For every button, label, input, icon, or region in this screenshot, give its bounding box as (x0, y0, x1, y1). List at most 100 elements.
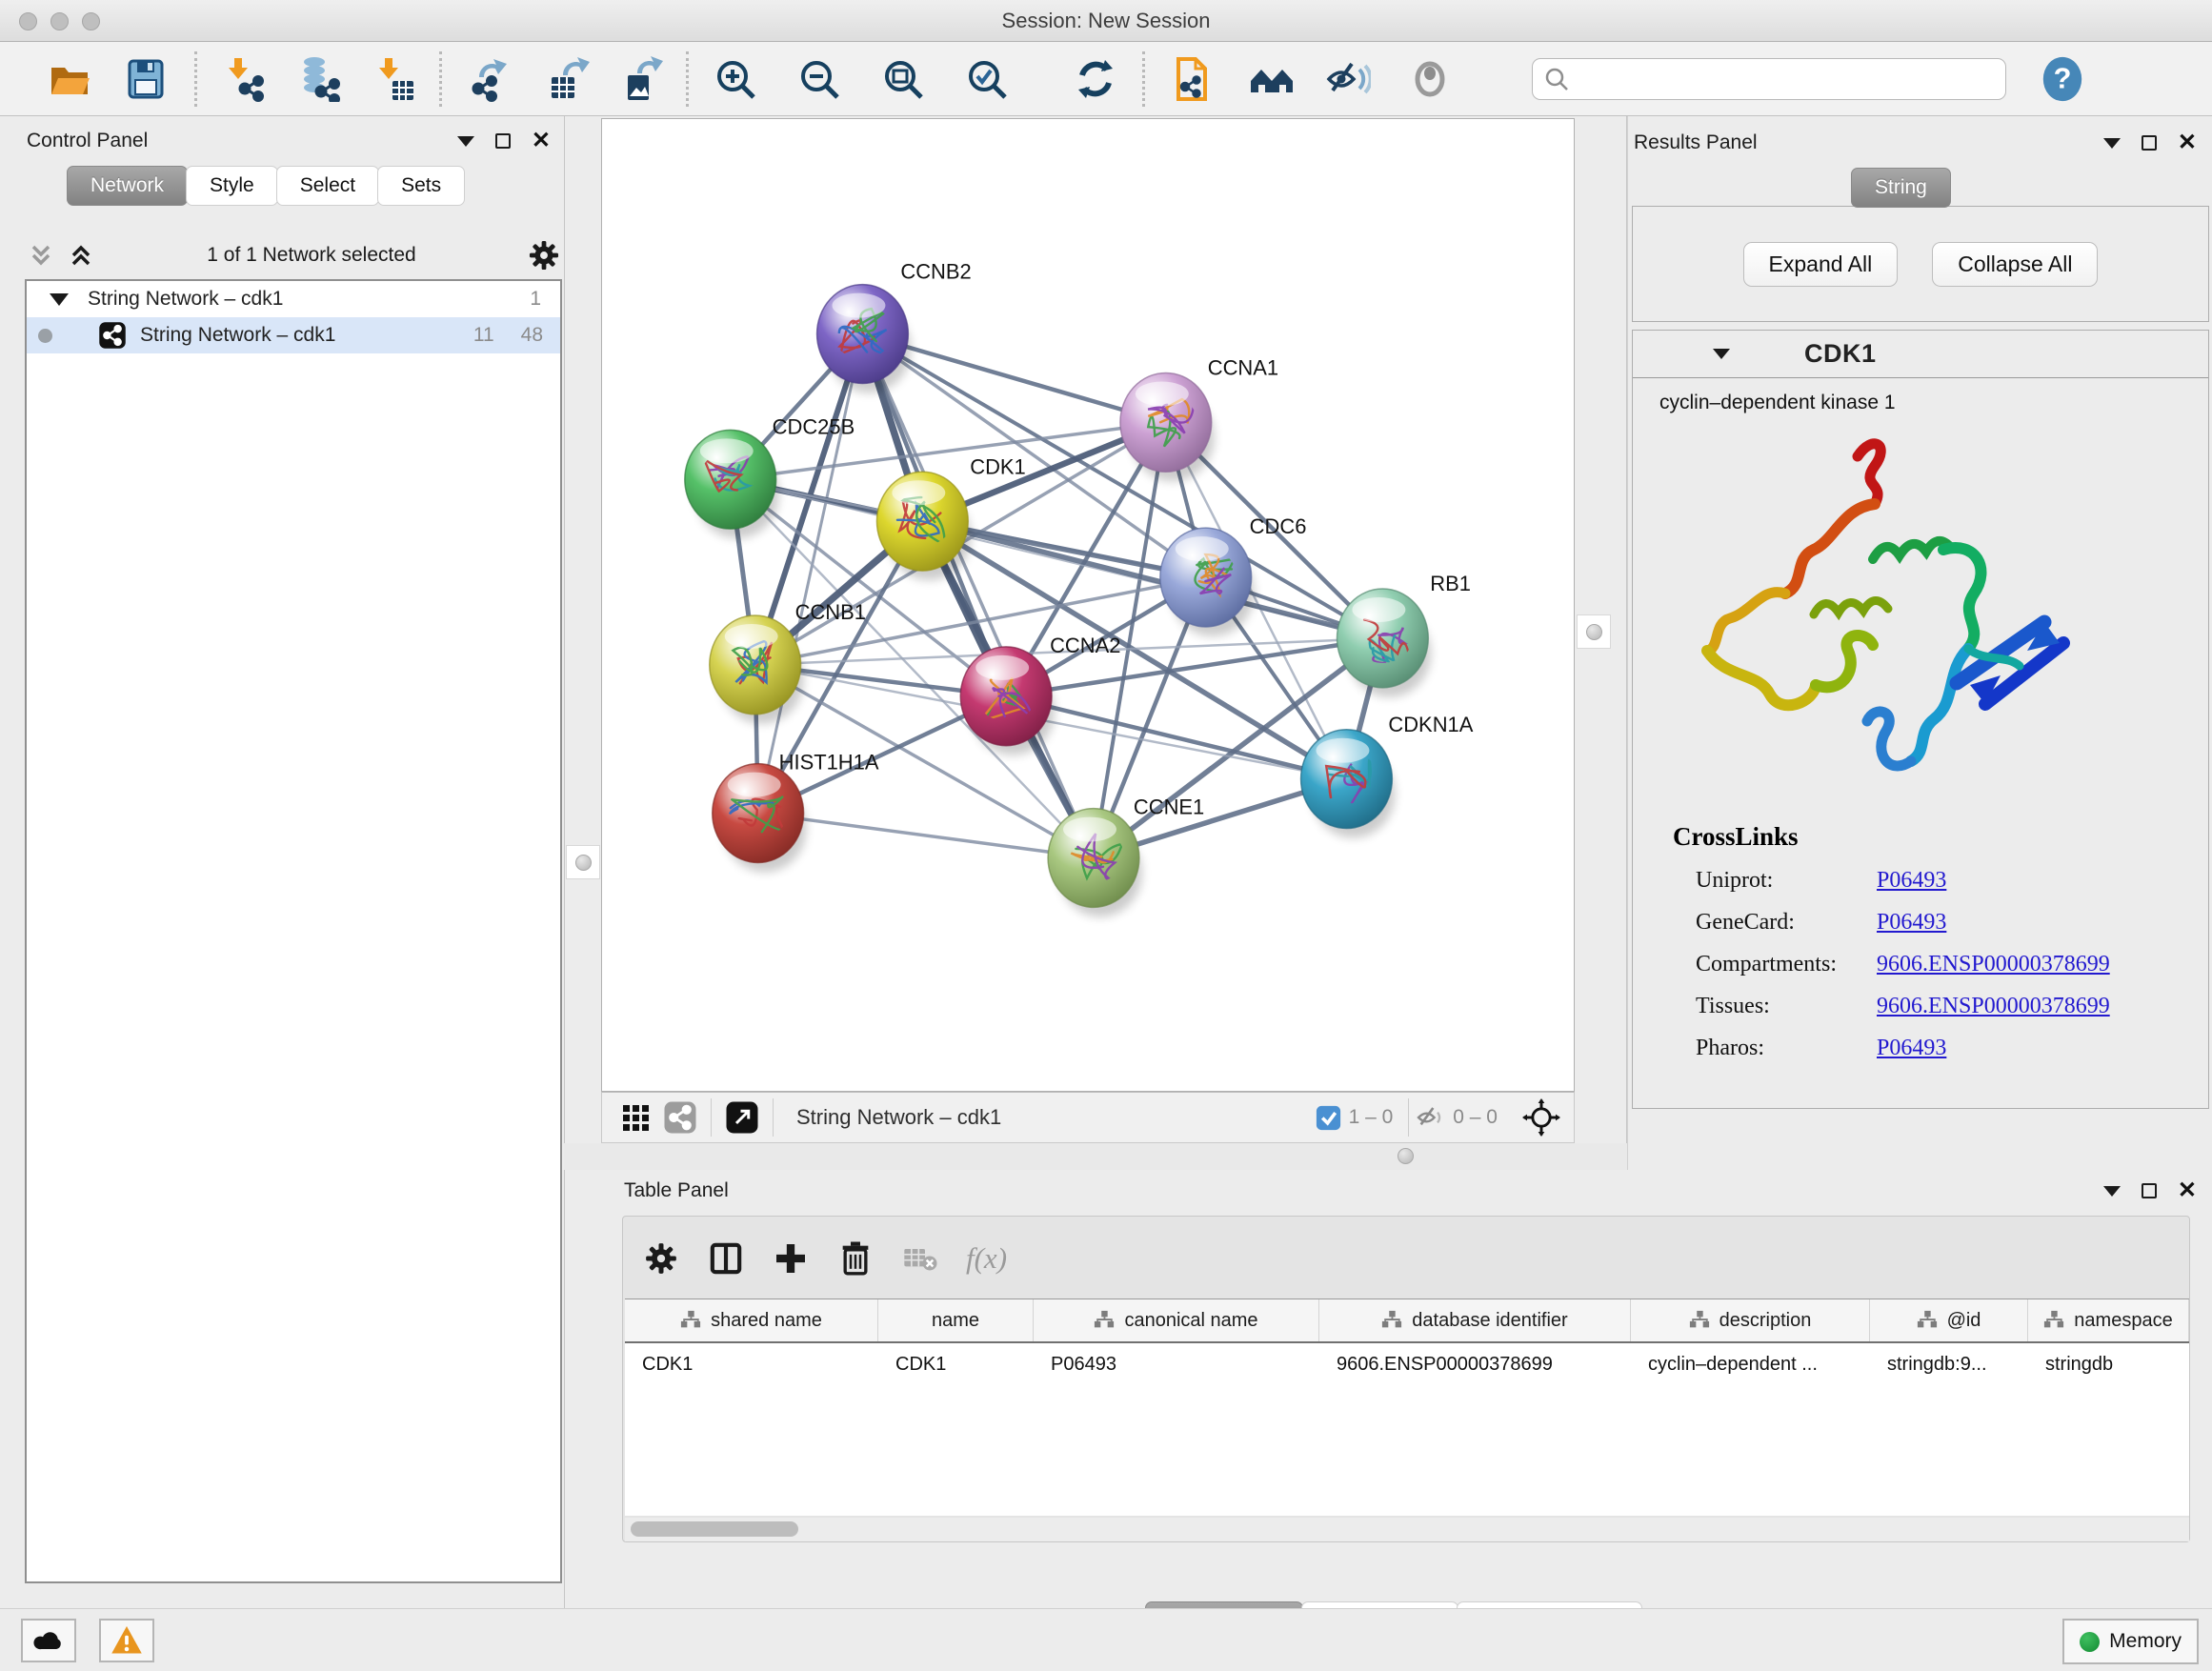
selected-checkbox-icon[interactable] (1316, 1105, 1341, 1131)
network-node-RB1[interactable]: RB1 (1337, 572, 1470, 697)
table-cell[interactable]: P06493 (1034, 1343, 1319, 1385)
table-options-gear-icon[interactable] (642, 1239, 680, 1278)
search-field[interactable] (1532, 58, 2006, 100)
zoom-out-button[interactable] (795, 55, 843, 103)
table-row[interactable]: CDK1CDK1P064939606.ENSP00000378699cyclin… (625, 1343, 2189, 1385)
network-node-CDKN1A[interactable]: CDKN1A (1301, 713, 1474, 838)
table-cell[interactable]: cyclin–dependent ... (1631, 1343, 1870, 1385)
table-horizontal-scrollbar[interactable] (625, 1518, 2189, 1541)
table-cell[interactable]: stringdb (2028, 1343, 2189, 1385)
table-cell[interactable]: CDK1 (878, 1343, 1034, 1385)
gear-icon[interactable] (526, 237, 562, 273)
panel-collapse-icon[interactable] (2103, 138, 2121, 149)
fit-selected-crosshair-icon[interactable] (1522, 1098, 1560, 1137)
splitter-handle[interactable] (575, 855, 592, 871)
tab-style[interactable]: Style (186, 166, 278, 206)
network-node-CDC6[interactable]: CDC6 (1160, 514, 1307, 636)
network-node-CCNB2[interactable]: CCNB2 (817, 260, 972, 393)
search-input[interactable] (1571, 67, 1996, 91)
add-column-plus-icon[interactable] (772, 1239, 810, 1278)
export-image-button[interactable] (617, 55, 665, 103)
column-header-name[interactable]: name (878, 1299, 1034, 1341)
splitter-handle[interactable] (1586, 624, 1602, 640)
show-graphics-details-button[interactable] (1406, 55, 1454, 103)
export-network-button[interactable] (463, 55, 511, 103)
string-view-icon[interactable] (663, 1100, 697, 1135)
crosslink-9606.ENSP00000378699[interactable]: 9606.ENSP00000378699 (1877, 952, 2110, 977)
panel-float-icon[interactable] (2142, 135, 2157, 151)
panel-collapse-icon[interactable] (457, 136, 474, 147)
expand-all-button[interactable]: Expand All (1743, 242, 1899, 287)
splitter-handle[interactable] (1398, 1148, 1414, 1164)
birds-eye-view-icon[interactable] (621, 1103, 650, 1132)
panel-close-icon[interactable]: ✕ (532, 133, 551, 149)
refresh-button[interactable] (1072, 55, 1119, 103)
open-session-button[interactable] (46, 55, 93, 103)
hide-unhide-button[interactable] (1324, 55, 1372, 103)
tab-network[interactable]: Network (67, 166, 188, 206)
help-button[interactable]: ? (2039, 55, 2086, 103)
show-columns-icon[interactable] (707, 1239, 745, 1278)
table-cell[interactable]: 9606.ENSP00000378699 (1319, 1343, 1631, 1385)
column-header-database-identifier[interactable]: database identifier (1319, 1299, 1631, 1341)
panel-float-icon[interactable] (495, 133, 511, 149)
zoom-fit-button[interactable] (879, 55, 927, 103)
home-button[interactable] (1248, 55, 1296, 103)
network-edge-CCNB2-HIST1H1A[interactable] (758, 334, 863, 814)
table-cell[interactable]: CDK1 (625, 1343, 878, 1385)
panel-close-icon[interactable]: ✕ (2178, 1183, 2197, 1198)
collapse-all-icon[interactable] (25, 239, 57, 272)
network-edge-CCNB2-CCNE1[interactable] (862, 334, 1094, 858)
save-session-button[interactable] (122, 55, 170, 103)
network-node-CCNA1[interactable]: CCNA1 (1120, 355, 1278, 481)
crosslink-P06493[interactable]: P06493 (1877, 868, 1946, 894)
column-header-description[interactable]: description (1631, 1299, 1870, 1341)
table-cell[interactable]: stringdb:9... (1870, 1343, 2028, 1385)
sitemap-icon (2043, 1310, 2064, 1331)
cloud-status-button[interactable] (21, 1619, 76, 1662)
network-from-document-button[interactable] (1168, 55, 1216, 103)
sitemap-icon (1689, 1310, 1710, 1331)
scrollbar-thumb[interactable] (631, 1521, 798, 1537)
column-header-canonical-name[interactable]: canonical name (1034, 1299, 1319, 1341)
column-header-shared-name[interactable]: shared name (625, 1299, 878, 1341)
card-collapse-icon[interactable] (1713, 349, 1730, 359)
crosslink-P06493[interactable]: P06493 (1877, 910, 1946, 936)
column-header-namespace[interactable]: namespace (2028, 1299, 2189, 1341)
tab-string[interactable]: String (1851, 168, 1951, 208)
network-collection-row[interactable]: String Network – cdk1 1 (27, 281, 560, 317)
detach-view-icon[interactable] (725, 1100, 759, 1135)
network-edge-HIST1H1A-CCNE1[interactable] (758, 814, 1094, 858)
memory-button[interactable]: Memory (2062, 1619, 2199, 1664)
network-node-HIST1H1A[interactable]: HIST1H1A (713, 751, 879, 873)
node-label: CDC25B (773, 414, 855, 438)
network-canvas[interactable]: CCNB2CCNA1CDC25BCDK1CDC6RB1CCNB1CCNA2CDK… (601, 118, 1575, 1092)
zoom-in-button[interactable] (712, 55, 759, 103)
tree-expander-icon[interactable] (50, 293, 69, 306)
panel-close-icon[interactable]: ✕ (2178, 135, 2197, 151)
import-table-button[interactable] (371, 55, 418, 103)
protein-description: cyclin–dependent kinase 1 (1633, 378, 2208, 414)
crosslink-P06493[interactable]: P06493 (1877, 1036, 1946, 1061)
right-splitter[interactable] (1575, 116, 1627, 1170)
import-network-button[interactable] (220, 55, 268, 103)
import-network-from-database-button[interactable] (294, 55, 342, 103)
panel-collapse-icon[interactable] (2103, 1186, 2121, 1197)
eye-icon (1407, 56, 1453, 102)
delete-column-trash-icon[interactable] (836, 1239, 875, 1278)
tab-sets[interactable]: Sets (377, 166, 465, 206)
crosslink-9606.ENSP00000378699[interactable]: 9606.ENSP00000378699 (1877, 994, 2110, 1019)
column-header-label: description (1719, 1310, 1812, 1332)
network-row[interactable]: String Network – cdk1 11 48 (27, 317, 560, 353)
left-splitter[interactable] (564, 116, 601, 1608)
expand-all-icon[interactable] (65, 239, 97, 272)
warnings-button[interactable] (99, 1619, 154, 1662)
zoom-selected-button[interactable] (963, 55, 1011, 103)
collapse-all-button[interactable]: Collapse All (1932, 242, 2098, 287)
horizontal-splitter[interactable] (564, 1143, 1627, 1170)
panel-float-icon[interactable] (2142, 1183, 2157, 1198)
protein-card-header[interactable]: CDK1 (1633, 331, 2208, 378)
tab-select[interactable]: Select (276, 166, 379, 206)
export-table-button[interactable] (543, 55, 591, 103)
column-header--id[interactable]: @id (1870, 1299, 2028, 1341)
